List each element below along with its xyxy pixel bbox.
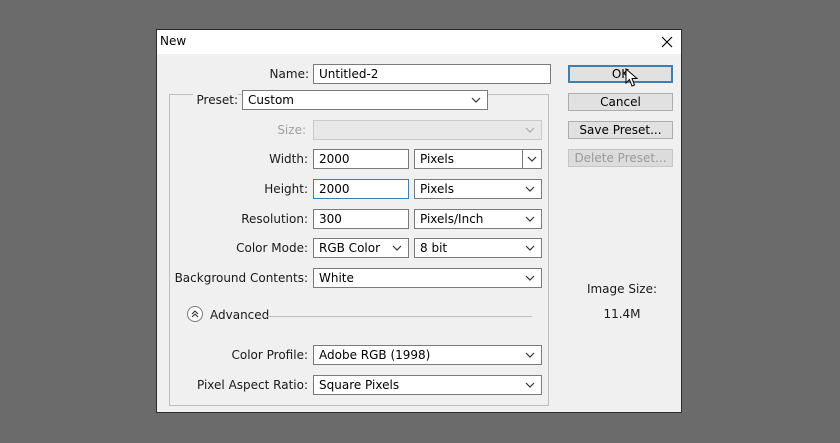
background-contents-value: White <box>319 271 354 285</box>
pixel-aspect-ratio-select[interactable]: Square Pixels <box>313 375 542 395</box>
mouse-pointer-icon <box>625 68 639 87</box>
chevron-down-icon <box>468 91 484 109</box>
title-bar: New <box>157 30 681 54</box>
chevron-down-icon <box>522 121 538 139</box>
chevron-down-icon <box>522 239 538 257</box>
cancel-button[interactable]: Cancel <box>568 93 673 111</box>
advanced-divider <box>267 316 532 317</box>
pixel-aspect-ratio-value: Square Pixels <box>319 378 400 392</box>
color-profile-select[interactable]: Adobe RGB (1998) <box>313 345 542 365</box>
preset-value: Custom <box>248 93 294 107</box>
name-input[interactable]: Untitled-2 <box>313 64 551 84</box>
resolution-label: Resolution: <box>241 212 308 226</box>
bit-depth-value: 8 bit <box>420 241 448 255</box>
background-contents-label: Background Contents: <box>174 271 308 285</box>
new-document-dialog: New Name: Untitled-2 Preset: Custom Size… <box>156 29 682 413</box>
resolution-unit-value: Pixels/Inch <box>420 212 484 226</box>
color-mode-select[interactable]: RGB Color <box>313 238 409 258</box>
preset-select[interactable]: Custom <box>242 90 488 110</box>
color-profile-label: Color Profile: <box>231 348 309 362</box>
save-preset-button[interactable]: Save Preset... <box>568 121 673 139</box>
preset-label: Preset: <box>192 93 238 107</box>
width-unit-select[interactable]: Pixels <box>414 149 542 169</box>
image-size-value: 11.4M <box>603 307 641 321</box>
color-mode-value: RGB Color <box>319 241 381 255</box>
height-unit-value: Pixels <box>420 182 455 196</box>
background-contents-select[interactable]: White <box>313 268 542 288</box>
pixel-aspect-ratio-label: Pixel Aspect Ratio: <box>197 378 308 392</box>
resolution-input[interactable]: 300 <box>313 209 409 229</box>
bit-depth-select[interactable]: 8 bit <box>414 238 542 258</box>
chevron-down-icon <box>522 346 538 364</box>
delete-preset-button: Delete Preset... <box>568 149 673 167</box>
size-label: Size: <box>277 123 306 137</box>
size-select <box>313 120 542 140</box>
height-label: Height: <box>264 182 308 196</box>
color-mode-label: Color Mode: <box>236 241 308 255</box>
color-profile-value: Adobe RGB (1998) <box>319 348 431 362</box>
chevron-down-icon <box>522 150 541 168</box>
close-icon <box>661 36 673 48</box>
resolution-unit-select[interactable]: Pixels/Inch <box>414 209 542 229</box>
width-label: Width: <box>269 152 308 166</box>
chevron-down-icon <box>522 180 538 198</box>
advanced-label: Advanced <box>210 308 270 322</box>
close-button[interactable] <box>657 32 677 52</box>
width-unit-value: Pixels <box>420 152 455 166</box>
chevron-down-icon <box>522 210 538 228</box>
image-size-label: Image Size: <box>586 282 658 296</box>
width-input[interactable]: 2000 <box>313 149 409 169</box>
advanced-toggle[interactable] <box>187 306 203 322</box>
height-input[interactable]: 2000 <box>313 179 409 199</box>
chevron-down-icon <box>522 376 538 394</box>
chevron-down-icon <box>522 269 538 287</box>
chevron-down-icon <box>389 239 405 257</box>
dialog-title: New <box>160 34 187 48</box>
double-chevron-up-icon <box>191 310 199 318</box>
ok-button[interactable]: OK <box>568 65 673 83</box>
height-unit-select[interactable]: Pixels <box>414 179 542 199</box>
name-label: Name: <box>269 67 309 81</box>
